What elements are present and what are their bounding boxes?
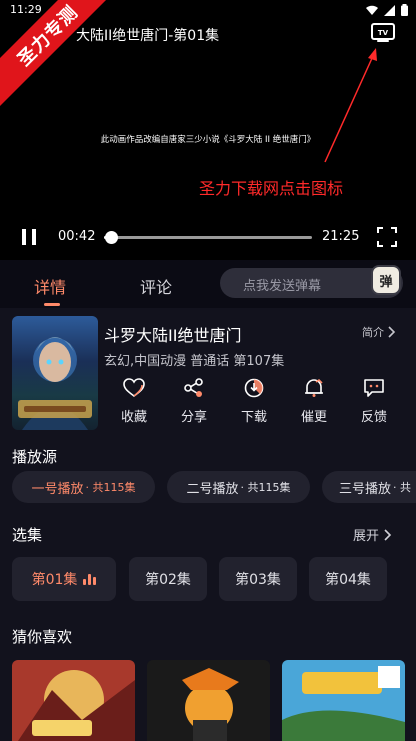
status-time: 11:29 [10,3,42,16]
remind-button[interactable]: 催更 [284,378,344,425]
episode-label: 第03集 [235,572,281,588]
download-label: 下载 [240,410,267,425]
share-icon [184,378,203,397]
expand-episodes-link[interactable]: 展开 [353,525,392,544]
tv-cast-icon[interactable]: TV [370,22,396,44]
pause-icon[interactable] [20,228,38,246]
action-bar: 收藏 分享 下载 催更 反馈 [104,378,404,434]
share-label: 分享 [180,410,207,425]
danmaku-input[interactable]: 点我发送弹幕 弹 [220,265,403,298]
current-time: 00:42 [58,229,96,244]
chevron-right-icon [384,528,392,541]
source-name: 一号播放 [31,481,84,497]
download-button[interactable]: 下载 [224,378,284,425]
recommendation-thumbnail [12,660,135,741]
recommendation-thumbnail [147,660,270,741]
wifi-icon [366,5,378,15]
recommendation-list [12,660,416,741]
svg-text:TV: TV [378,29,389,37]
tab-active-indicator [44,303,60,306]
video-subtitle: 此动画作品改编自唐家三少小说《斗罗大陆 II 绝世唐门》 [100,135,316,145]
annotation-text: 圣力下载网点击图标 [199,179,344,198]
battery-icon [401,4,408,16]
episode-chip-2[interactable]: 第02集 [129,557,207,601]
feedback-label: 反馈 [360,410,387,425]
episode-label: 第02集 [145,572,191,588]
source-chip-3[interactable]: 三号播放 · 共 [322,471,416,503]
favorite-button[interactable]: 收藏 [104,378,164,425]
danmaku-placeholder: 点我发送弹幕 [243,279,322,294]
chevron-right-icon [388,326,396,338]
recommendation-thumbnail [282,660,405,741]
sources-title: 播放源 [12,448,58,466]
episode-chip-3[interactable]: 第03集 [219,557,297,601]
recommendation-card[interactable] [12,660,135,741]
tab-comments[interactable]: 评论 [140,274,172,298]
show-title: 斗罗大陆II绝世唐门 [104,326,242,345]
favorite-label: 收藏 [120,410,147,425]
danmaku-icon-label: 弹 [379,274,393,290]
signal-icon [384,4,395,16]
fullscreen-icon[interactable] [377,227,397,247]
source-list: 一号播放 · 共115集 二号播放 · 共115集 三号播放 · 共 [12,471,416,503]
video-player[interactable]: 11:29 圣力专测 大陆II绝世唐门-第01集 TV 此动画作品改编自唐家三少… [0,0,416,260]
recommendation-card[interactable] [147,660,270,741]
seek-bar[interactable] [104,231,312,244]
heart-icon [123,378,145,397]
feedback-button[interactable]: 反馈 [344,378,404,425]
episode-chip-1[interactable]: 第01集 [12,557,116,601]
episode-chip-4[interactable]: 第04集 [309,557,387,601]
remind-label: 催更 [300,410,327,425]
intro-link[interactable]: 简介 [362,324,396,340]
tab-details[interactable]: 详情 [34,274,66,298]
status-icons [366,4,408,16]
total-time: 21:25 [322,229,360,244]
recommendation-card[interactable] [282,660,405,741]
source-count: · 共 [393,481,412,494]
source-count: · 共115集 [240,481,291,494]
episodes-title: 选集 [12,526,43,544]
source-count: · 共115集 [85,481,136,494]
seek-handle[interactable] [104,231,118,244]
now-playing-icon [83,573,97,585]
source-name: 三号播放 [339,481,392,497]
share-button[interactable]: 分享 [164,378,224,425]
video-title: 大陆II绝世唐门-第01集 [76,28,220,44]
danmaku-icon[interactable]: 弹 [371,265,401,295]
episode-label: 第04集 [325,572,371,588]
poster-art [18,337,92,430]
source-name: 二号播放 [186,481,239,497]
source-chip-1[interactable]: 一号播放 · 共115集 [12,471,155,503]
recommendations-title: 猜你喜欢 [12,628,73,646]
download-icon [244,378,264,398]
expand-label: 展开 [353,529,380,544]
intro-label: 简介 [362,326,384,339]
feedback-icon [364,379,384,397]
episode-label: 第01集 [31,572,78,588]
show-poster[interactable] [12,316,98,430]
details-panel: 斗罗大陆II绝世唐门 玄幻,中国动漫 普通话 第107集 简介 收藏 分享 下载… [0,308,416,741]
source-chip-2[interactable]: 二号播放 · 共115集 [167,471,310,503]
player-controls: 00:42 21:25 [0,222,416,252]
episode-list: 第01集 第02集 第03集 第04集 [12,557,416,601]
show-meta: 玄幻,中国动漫 普通话 第107集 [104,354,285,369]
remind-icon [305,378,323,397]
